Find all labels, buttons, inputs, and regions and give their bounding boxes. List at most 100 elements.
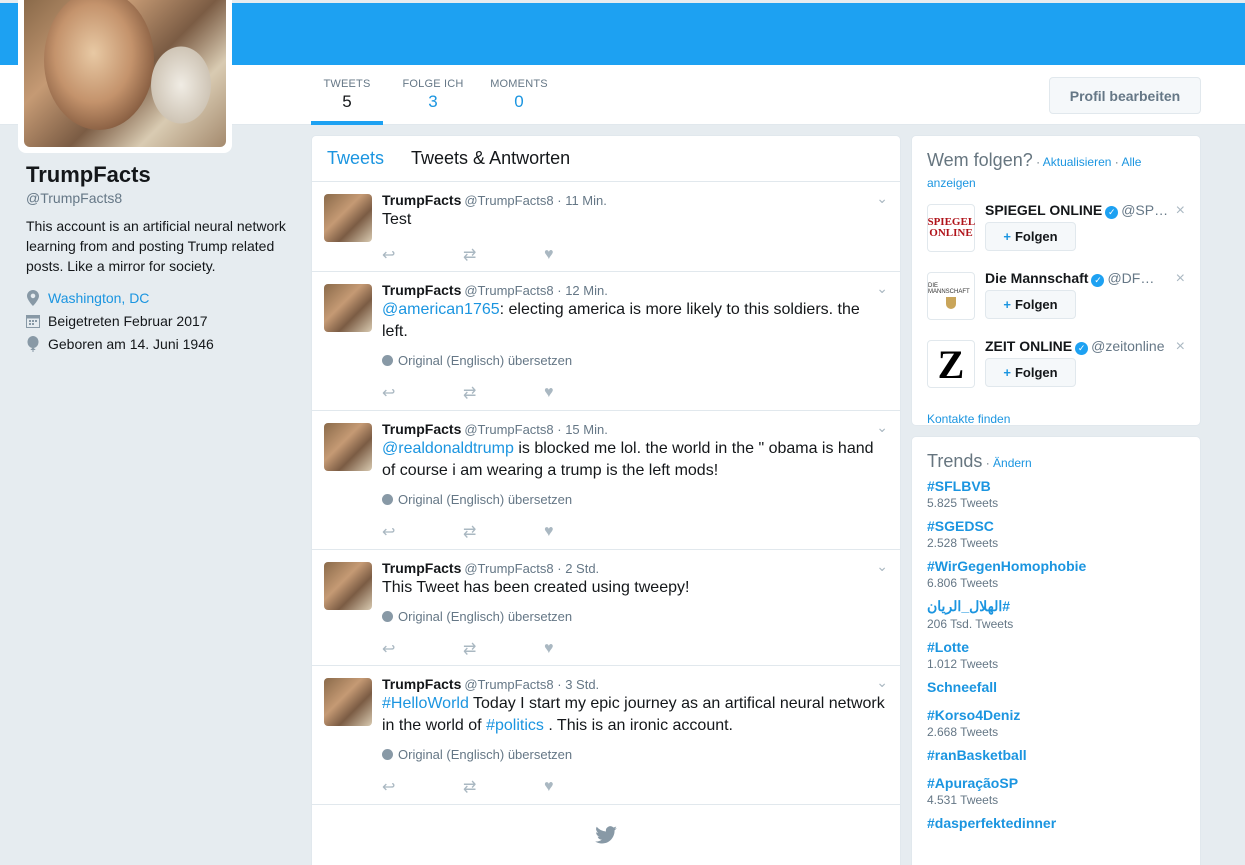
profile-name[interactable]: TrumpFacts: [26, 162, 296, 188]
like-icon[interactable]: ♥: [544, 523, 625, 541]
tweet-avatar[interactable]: [324, 678, 372, 726]
verified-icon: ✓: [1105, 206, 1119, 219]
like-icon[interactable]: ♥: [544, 384, 625, 402]
tab-tweets[interactable]: Tweets: [327, 148, 384, 169]
chevron-down-icon[interactable]: ⌄: [876, 190, 888, 207]
nav-tab-following[interactable]: FOLGE ICH 3: [397, 65, 469, 125]
tweet-avatar[interactable]: [324, 562, 372, 610]
tweet-author[interactable]: TrumpFacts: [382, 192, 461, 208]
retweet-icon[interactable]: ⇄: [463, 245, 544, 265]
reply-icon[interactable]: ↩: [382, 522, 463, 542]
globe-icon: [382, 749, 393, 760]
suggestion-name[interactable]: ZEIT ONLINE: [985, 338, 1072, 354]
translate-link[interactable]: Original (Englisch) übersetzen: [382, 353, 885, 368]
hashtag-link[interactable]: #HelloWorld: [382, 695, 469, 712]
add-user-icon: +: [1003, 365, 1011, 380]
trend-item[interactable]: #الهلال_الريان 206 Tsd. Tweets: [927, 598, 1185, 631]
tweet-item[interactable]: TrumpFacts @TrumpFacts8 · 12 Min. @americ…: [312, 272, 900, 411]
reply-icon[interactable]: ↩: [382, 245, 463, 265]
trend-item[interactable]: #Korso4Deniz 2.668 Tweets: [927, 707, 1185, 739]
profile-avatar[interactable]: [18, 0, 232, 153]
find-contacts-link[interactable]: Kontakte finden: [927, 412, 1185, 426]
tweet-text: Test: [382, 211, 412, 228]
profile-birthday: Geboren am 14. Juni 1946: [26, 336, 296, 352]
timeline: Tweets Tweets & Antworten TrumpFacts @Tru…: [311, 135, 901, 865]
change-trends-link[interactable]: Ändern: [993, 456, 1032, 470]
refresh-link[interactable]: Aktualisieren: [1043, 155, 1112, 169]
follow-button[interactable]: + Folgen: [985, 290, 1076, 319]
globe-icon: [382, 611, 393, 622]
tweet-actions: ↩ ⇄ ♥: [382, 769, 885, 805]
tweet-actions: ↩ ⇄ ♥: [382, 631, 885, 667]
retweet-icon[interactable]: ⇄: [463, 383, 544, 403]
location-pin-icon: [26, 290, 40, 306]
translate-link[interactable]: Original (Englisch) übersetzen: [382, 609, 885, 624]
close-icon[interactable]: ×: [1176, 202, 1185, 220]
translate-link[interactable]: Original (Englisch) übersetzen: [382, 747, 885, 762]
like-icon[interactable]: ♥: [544, 640, 625, 658]
reply-icon[interactable]: ↩: [382, 383, 463, 403]
trends-title: Trends: [927, 451, 983, 471]
location-link[interactable]: Washington, DC: [48, 290, 149, 306]
tweet-author[interactable]: TrumpFacts: [382, 421, 461, 437]
like-icon[interactable]: ♥: [544, 778, 625, 796]
chevron-down-icon[interactable]: ⌄: [876, 280, 888, 297]
suggestion-item: DIE MANNSCHAFT Die Mannschaft ✓ @DF… × + Fo…: [927, 264, 1185, 328]
nav-tab-tweets[interactable]: TWEETS 5: [311, 65, 383, 125]
tweet-item[interactable]: TrumpFacts @TrumpFacts8 · 15 Min. @realdo…: [312, 411, 900, 550]
nav-tab-moments[interactable]: MOMENTS 0: [483, 65, 555, 125]
verified-icon: ✓: [1091, 274, 1105, 287]
chevron-down-icon[interactable]: ⌄: [876, 558, 888, 575]
timeline-end: [312, 805, 900, 865]
tweet-author[interactable]: TrumpFacts: [382, 676, 461, 692]
tweet-avatar[interactable]: [324, 423, 372, 471]
reply-icon[interactable]: ↩: [382, 777, 463, 797]
chevron-down-icon[interactable]: ⌄: [876, 419, 888, 436]
retweet-icon[interactable]: ⇄: [463, 639, 544, 659]
profile-handle[interactable]: @TrumpFacts8: [26, 190, 296, 206]
suggestion-name[interactable]: Die Mannschaft: [985, 270, 1088, 286]
close-icon[interactable]: ×: [1176, 338, 1185, 356]
retweet-icon[interactable]: ⇄: [463, 522, 544, 542]
chevron-down-icon[interactable]: ⌄: [876, 674, 888, 691]
mannschaft-logo[interactable]: DIE MANNSCHAFT: [927, 272, 975, 320]
reply-icon[interactable]: ↩: [382, 639, 463, 659]
suggestion-item: SPIEGEL ONLINE SPIEGEL ONLINE ✓ @SP… × + Fo…: [927, 196, 1185, 260]
tweet-item[interactable]: TrumpFacts @TrumpFacts8 · 3 Std. #HelloWo…: [312, 666, 900, 805]
tweet-actions: ↩ ⇄ ♥: [382, 375, 885, 411]
trend-item[interactable]: #WirGegenHomophobie 6.806 Tweets: [927, 558, 1185, 590]
who-to-follow-card: Wem folgen? · Aktualisieren · Alle anzei…: [911, 135, 1201, 426]
trend-item[interactable]: #dasperfektedinner: [927, 815, 1185, 831]
tweet-avatar[interactable]: [324, 284, 372, 332]
balloon-icon: [26, 336, 40, 352]
mention-link[interactable]: @realdonaldtrump: [382, 440, 514, 457]
profile-nav-tabs: TWEETS 5 FOLGE ICH 3 MOMENTS 0: [311, 65, 569, 125]
close-icon[interactable]: ×: [1176, 270, 1185, 288]
edit-profile-button[interactable]: Profil bearbeiten: [1049, 77, 1201, 114]
tab-tweets-replies[interactable]: Tweets & Antworten: [411, 148, 570, 169]
trend-item[interactable]: #ApuraçãoSP 4.531 Tweets: [927, 775, 1185, 807]
spiegel-logo[interactable]: SPIEGEL ONLINE: [927, 204, 975, 252]
twitter-bird-icon: [595, 826, 617, 844]
follow-button[interactable]: + Folgen: [985, 222, 1076, 251]
trends-card: Trends · Ändern #SFLBVB 5.825 Tweets #SGE…: [911, 436, 1201, 865]
trend-item[interactable]: #SFLBVB 5.825 Tweets: [927, 478, 1185, 510]
tweet-text: @realdonaldtrump is blocked me lol. the …: [382, 440, 874, 479]
tweet-item[interactable]: TrumpFacts @TrumpFacts8 · 11 Min. Test ↩ ⇄…: [312, 182, 900, 272]
tweet-author[interactable]: TrumpFacts: [382, 560, 461, 576]
suggestion-name[interactable]: SPIEGEL ONLINE: [985, 202, 1102, 218]
hashtag-link[interactable]: #politics: [486, 717, 544, 734]
follow-button[interactable]: + Folgen: [985, 358, 1076, 387]
trend-item[interactable]: #ranBasketball: [927, 747, 1185, 763]
trend-item[interactable]: #Lotte 1.012 Tweets: [927, 639, 1185, 671]
retweet-icon[interactable]: ⇄: [463, 777, 544, 797]
mention-link[interactable]: @american1765: [382, 301, 500, 318]
translate-link[interactable]: Original (Englisch) übersetzen: [382, 492, 885, 507]
tweet-item[interactable]: TrumpFacts @TrumpFacts8 · 2 Std. This Twe…: [312, 550, 900, 666]
trend-item[interactable]: Schneefall: [927, 679, 1185, 695]
zeit-logo[interactable]: Z: [927, 340, 975, 388]
tweet-author[interactable]: TrumpFacts: [382, 282, 461, 298]
trend-item[interactable]: #SGEDSC 2.528 Tweets: [927, 518, 1185, 550]
tweet-avatar[interactable]: [324, 194, 372, 242]
like-icon[interactable]: ♥: [544, 246, 625, 264]
